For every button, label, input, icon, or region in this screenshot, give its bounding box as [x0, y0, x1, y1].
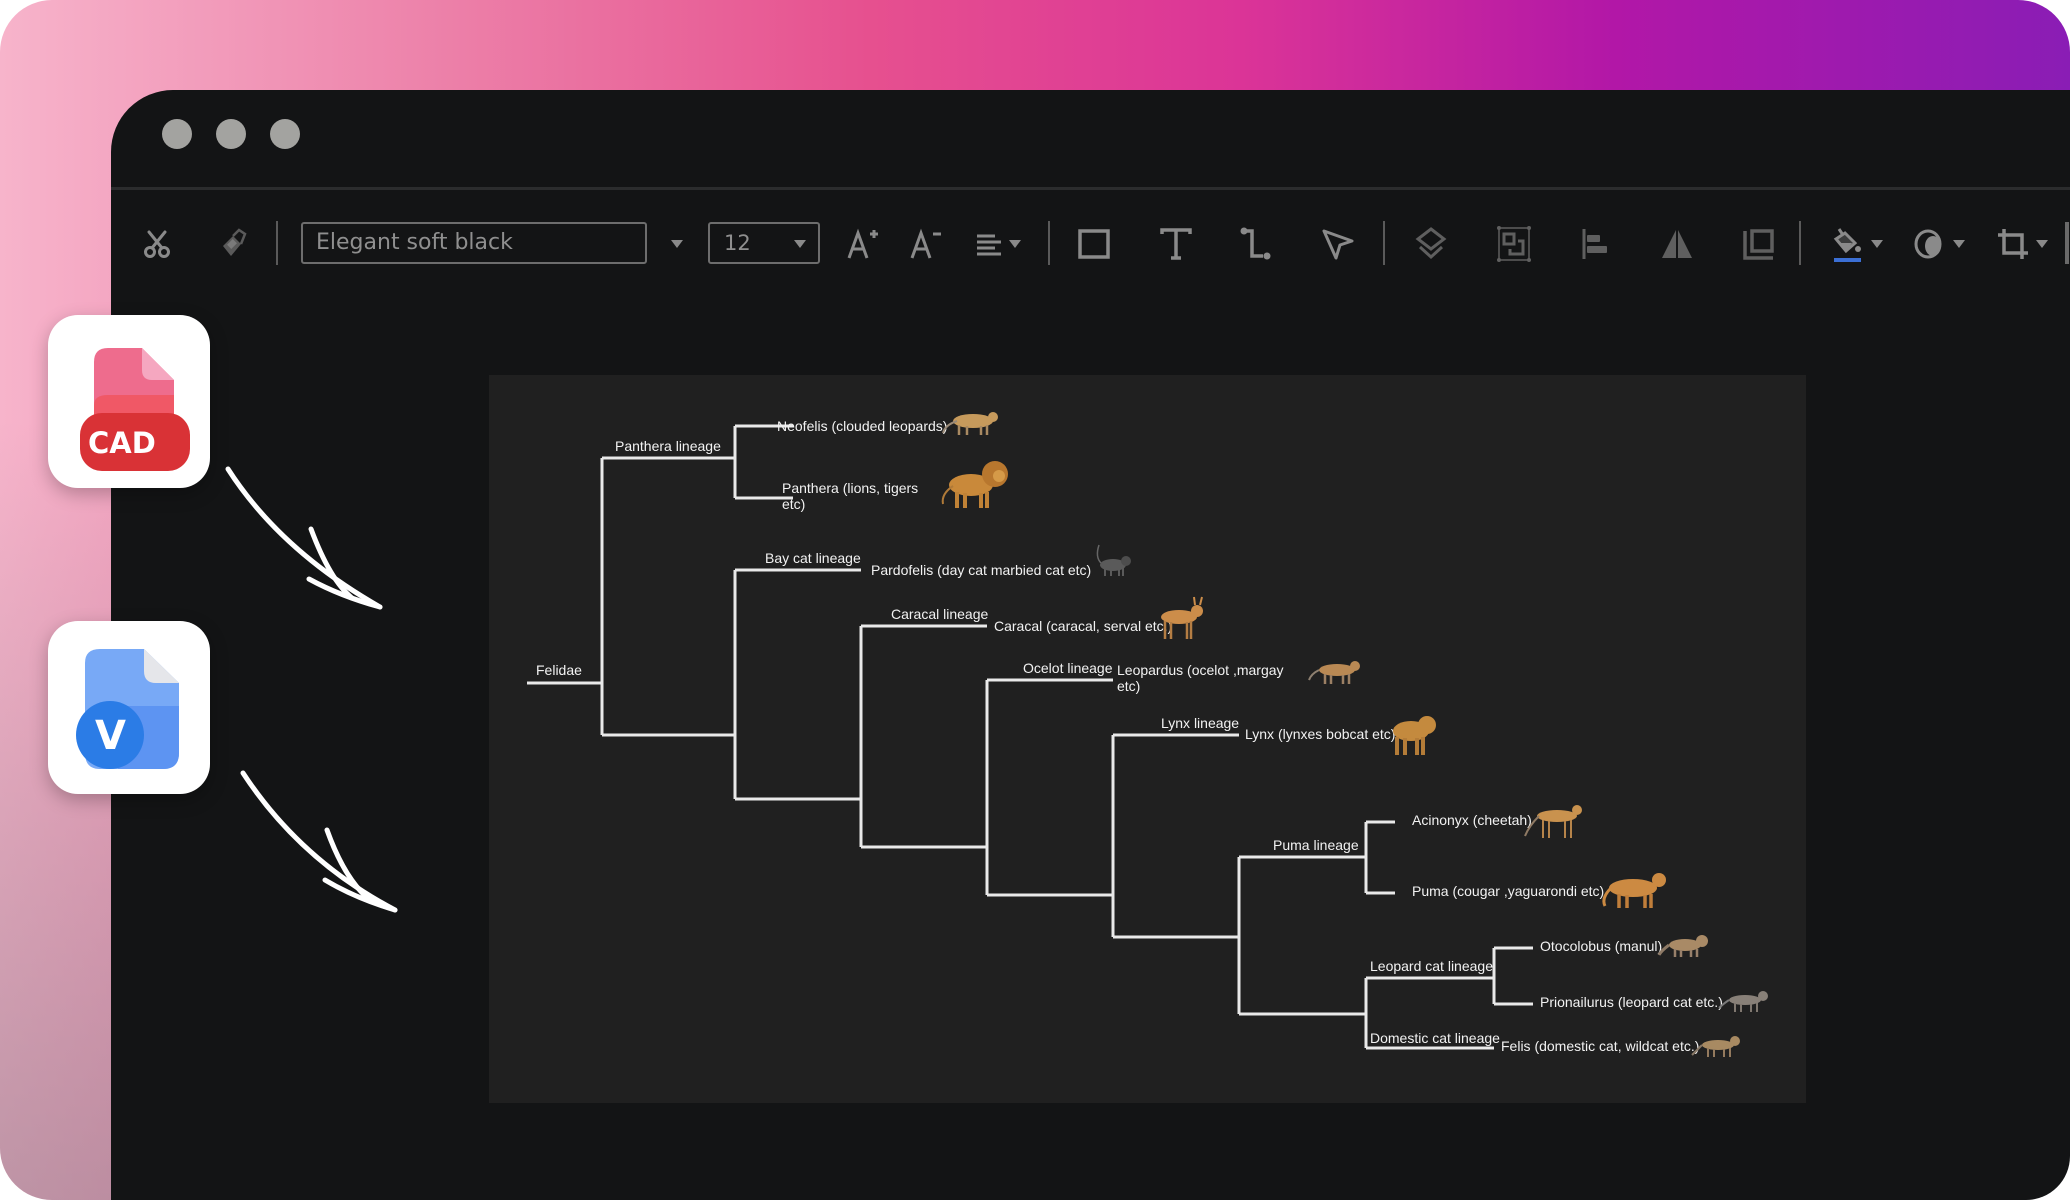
arrow-icon [240, 770, 398, 913]
conversion-arrows [225, 466, 398, 913]
arrow-icon [225, 466, 383, 610]
